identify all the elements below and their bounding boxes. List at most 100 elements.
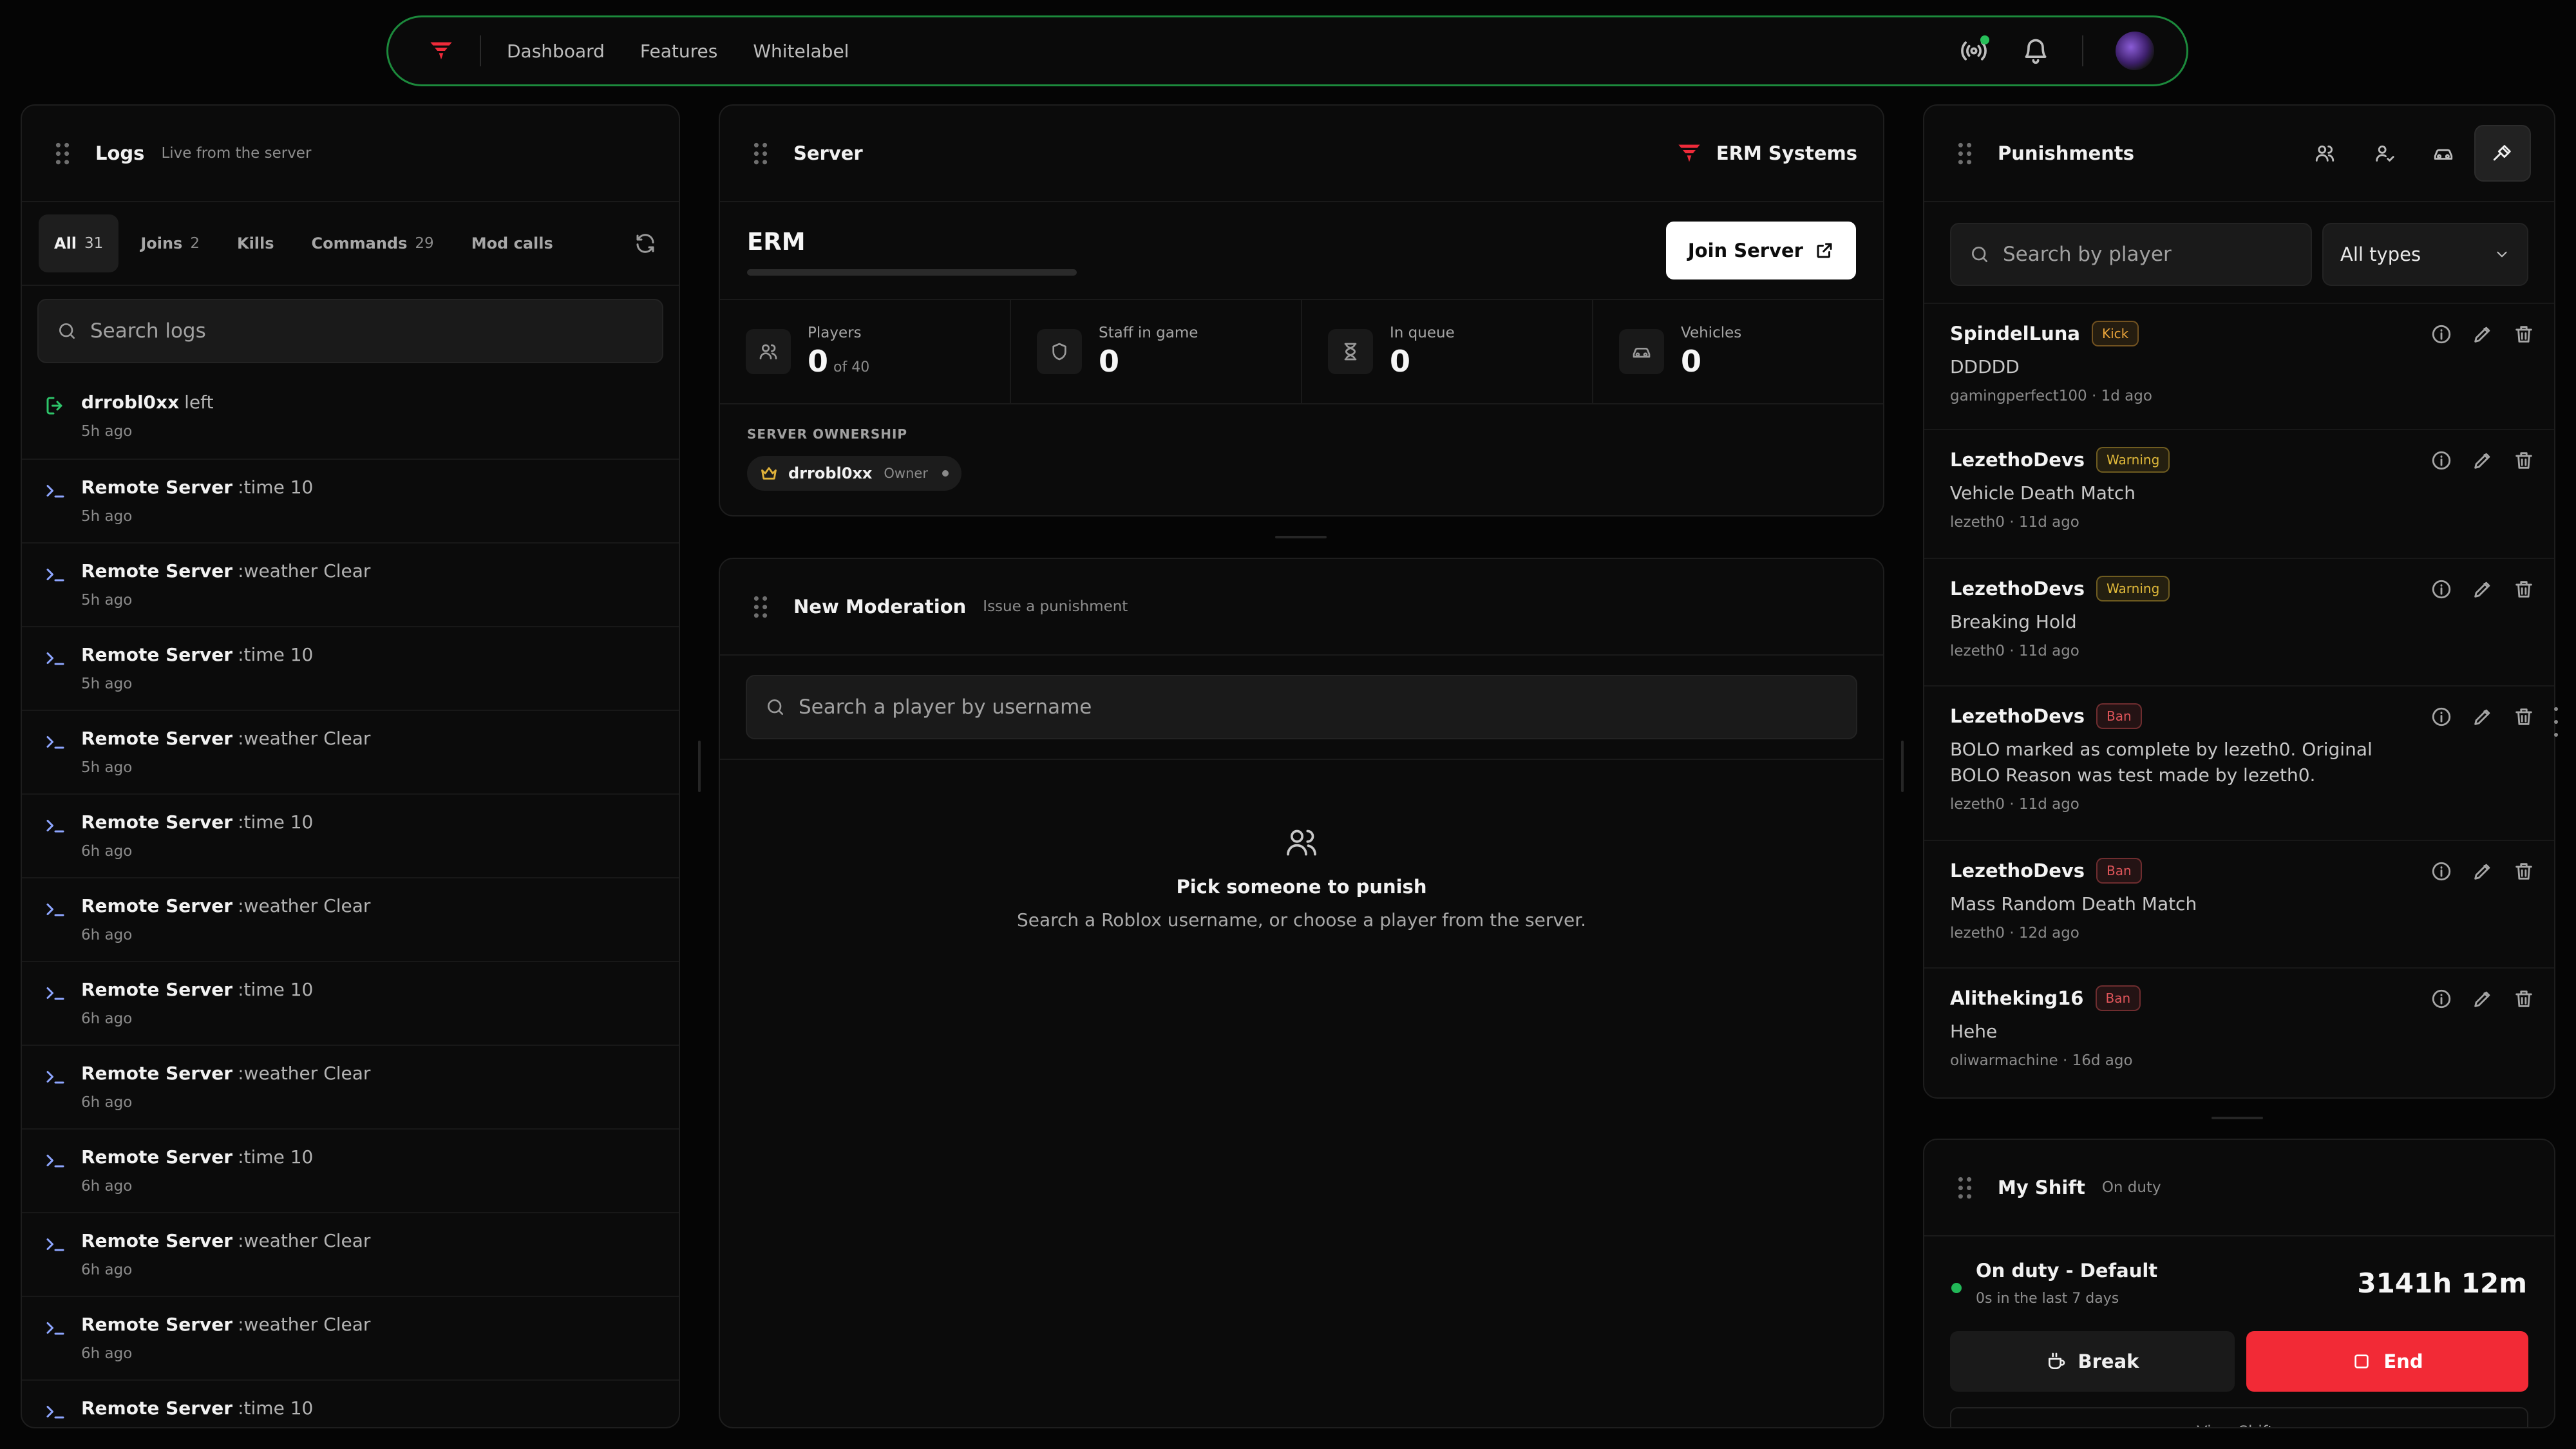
log-detail: :time 10 xyxy=(238,1146,314,1168)
logs-search-input[interactable]: Search logs xyxy=(37,299,663,363)
punishment-item[interactable]: Alitheking16 Ban Hehe oliwarmachine · 16d a… xyxy=(1924,967,2554,1070)
log-entry[interactable]: drrobl0xx left 5h ago xyxy=(22,375,679,459)
stat-queue: In queue 0 xyxy=(1302,300,1593,403)
punishment-item[interactable]: LezethoDevs Ban BOLO marked as complete by… xyxy=(1924,685,2554,840)
punishment-search-input[interactable]: Search by player xyxy=(1950,223,2312,286)
edit-icon[interactable] xyxy=(2452,988,2494,1010)
shift-actions: Break End xyxy=(1950,1331,2528,1392)
drag-handle-icon[interactable] xyxy=(753,142,768,165)
nav-link-whitelabel[interactable]: Whitelabel xyxy=(753,41,849,62)
info-icon[interactable] xyxy=(2411,578,2452,600)
punishment-item[interactable]: LezethoDevs Ban Mass Random Death Match lez… xyxy=(1924,840,2554,967)
nav-divider xyxy=(480,35,481,66)
join-server-button[interactable]: Join Server xyxy=(1665,222,1856,279)
punishment-item[interactable]: SpindelLuna Kick DDDDD gamingperfect100 · 1… xyxy=(1924,303,2554,429)
trash-icon[interactable] xyxy=(2494,706,2535,728)
punishment-meta: lezeth0 · 12d ago xyxy=(1950,925,2079,942)
resize-handle[interactable] xyxy=(1901,741,1904,792)
punishment-meta: lezeth0 · 11d ago xyxy=(1950,643,2079,659)
log-entry[interactable]: Remote Server:weather Clear 6h ago xyxy=(22,1296,679,1379)
online-status-dot xyxy=(1980,35,1989,44)
punishment-reason: Breaking Hold xyxy=(1950,611,2077,632)
log-list: drrobl0xx left 5h ago Remote Server:time 10… xyxy=(22,375,679,1427)
info-icon[interactable] xyxy=(2411,450,2452,471)
drag-handle-icon[interactable] xyxy=(1958,1177,1972,1199)
leave-icon xyxy=(44,394,67,417)
user-check-icon[interactable] xyxy=(2356,125,2412,182)
edit-icon[interactable] xyxy=(2452,450,2494,471)
log-entry[interactable]: Remote Server:weather Clear 6h ago xyxy=(22,877,679,961)
punishment-item[interactable]: LezethoDevs Warning Breaking Hold lezeth0 ·… xyxy=(1924,558,2554,685)
edit-icon[interactable] xyxy=(2452,860,2494,882)
shift-header: My Shift On duty xyxy=(1924,1140,2554,1236)
info-icon[interactable] xyxy=(2411,323,2452,345)
users-icon[interactable] xyxy=(2297,125,2353,182)
log-entry[interactable]: Remote Server:time 106h ago xyxy=(22,793,679,877)
drag-handle-icon[interactable] xyxy=(753,596,768,618)
edit-icon[interactable] xyxy=(2452,578,2494,600)
info-icon[interactable] xyxy=(2411,706,2452,728)
erm-logo-icon[interactable] xyxy=(428,38,454,64)
stat-label: In queue xyxy=(1390,325,1455,341)
car-icon[interactable] xyxy=(2415,125,2472,182)
info-icon[interactable] xyxy=(2411,988,2452,1010)
view-shifts-button[interactable]: View Shifts xyxy=(1950,1407,2528,1427)
tab-kills[interactable]: Kills xyxy=(222,214,290,272)
brand-name: ERM Systems xyxy=(1716,142,1857,164)
end-shift-button[interactable]: End xyxy=(2246,1331,2528,1392)
punishment-type-badge: Ban xyxy=(2096,703,2142,729)
tab-label: All xyxy=(54,234,77,252)
nav-link-dashboard[interactable]: Dashboard xyxy=(507,41,605,62)
nav-link-features[interactable]: Features xyxy=(640,41,717,62)
trash-icon[interactable] xyxy=(2494,860,2535,882)
resize-handle[interactable] xyxy=(1275,536,1327,538)
stat-value: 0 xyxy=(1099,344,1120,379)
user-avatar[interactable] xyxy=(2116,32,2154,70)
more-options-icon[interactable] xyxy=(2554,707,2558,746)
drag-handle-icon[interactable] xyxy=(1958,142,1972,165)
crown-icon xyxy=(760,464,788,482)
log-entry[interactable]: Remote Server:time 10 5h ago xyxy=(22,626,679,710)
punishment-type-badge: Warning xyxy=(2096,447,2170,473)
tab-all[interactable]: All 31 xyxy=(39,214,119,272)
status-broadcast-icon[interactable] xyxy=(1960,35,1989,65)
log-entry[interactable]: Remote Server:weather Clear 5h ago xyxy=(22,710,679,793)
edit-icon[interactable] xyxy=(2452,323,2494,345)
stat-staff: Staff in game 0 xyxy=(1011,300,1302,403)
log-entry[interactable]: Remote Server:time 106h ago xyxy=(22,961,679,1045)
refresh-icon[interactable] xyxy=(634,232,657,255)
resize-handle[interactable] xyxy=(698,741,701,792)
break-button[interactable]: Break xyxy=(1950,1331,2235,1392)
terminal-icon xyxy=(44,563,67,586)
trash-icon[interactable] xyxy=(2494,988,2535,1010)
edit-icon[interactable] xyxy=(2452,706,2494,728)
owner-chip[interactable]: drrobl0xx Owner xyxy=(747,456,961,491)
log-entry[interactable]: Remote Server:weather Clear 6h ago xyxy=(22,1045,679,1128)
drag-handle-icon[interactable] xyxy=(55,142,70,165)
trash-icon[interactable] xyxy=(2494,323,2535,345)
player-search-input[interactable]: Search a player by username xyxy=(746,675,1857,739)
gavel-icon[interactable] xyxy=(2474,125,2531,182)
search-placeholder: Search logs xyxy=(90,319,206,343)
log-entry[interactable]: Remote Server:time 10 5h ago xyxy=(22,459,679,542)
tab-commands[interactable]: Commands 29 xyxy=(296,214,450,272)
punishment-item[interactable]: LezethoDevs Warning Vehicle Death Match lez… xyxy=(1924,429,2554,558)
tab-joins[interactable]: Joins 2 xyxy=(125,214,215,272)
terminal-icon xyxy=(44,479,67,502)
tab-mod-calls[interactable]: Mod calls xyxy=(456,214,569,272)
info-icon[interactable] xyxy=(2411,860,2452,882)
on-duty-dot xyxy=(1951,1283,1962,1293)
tab-label: Mod calls xyxy=(471,234,553,252)
trash-icon[interactable] xyxy=(2494,578,2535,600)
resize-handle[interactable] xyxy=(2211,1117,2263,1119)
log-detail: :time 10 xyxy=(238,477,314,498)
log-entry[interactable]: Remote Server:weather Clear 5h ago xyxy=(22,542,679,626)
log-entry[interactable]: Remote Server:time 106h ago xyxy=(22,1379,679,1427)
terminal-icon xyxy=(44,814,67,837)
log-entry[interactable]: Remote Server:time 106h ago xyxy=(22,1128,679,1212)
log-time: 5h ago xyxy=(81,508,133,525)
log-entry[interactable]: Remote Server:weather Clear 6h ago xyxy=(22,1212,679,1296)
punishment-type-select[interactable]: All types xyxy=(2322,223,2528,286)
bell-icon[interactable] xyxy=(2022,37,2050,65)
trash-icon[interactable] xyxy=(2494,450,2535,471)
